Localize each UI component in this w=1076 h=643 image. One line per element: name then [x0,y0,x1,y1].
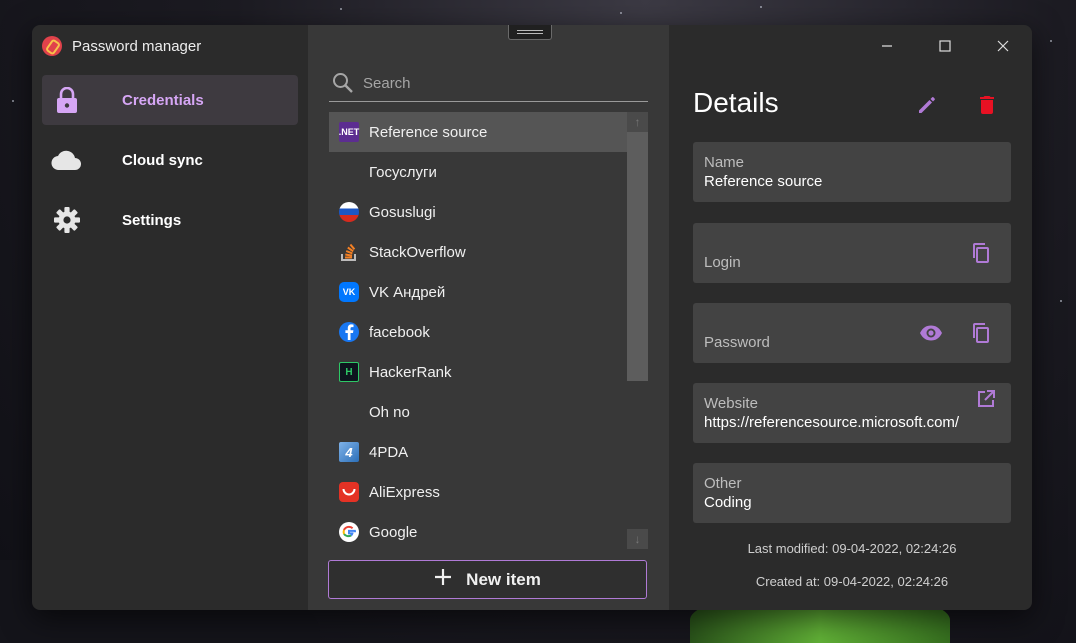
minimize-icon [882,45,892,47]
maximize-button[interactable] [916,25,974,67]
credentials-list-panel: .NET Reference source Госуслуги Gosuslug… [308,25,669,610]
sidebar-item-settings[interactable]: Settings [42,195,298,245]
list-item[interactable]: H HackerRank [329,352,627,392]
list-item[interactable]: StackOverflow [329,232,627,272]
facebook-icon [339,322,359,342]
aliexpress-icon [339,482,359,502]
4pda-icon: 4 [339,442,359,462]
list-item[interactable]: .NET Reference source [329,112,627,152]
list-item-label: Reference source [369,123,488,141]
name-field[interactable]: Name Reference source [693,142,1011,202]
cloud-icon [42,135,92,185]
list-item-label: Oh no [369,403,410,421]
trash-icon [980,96,994,114]
login-field-label: Login [704,254,741,271]
list-item-label: HackerRank [369,363,452,381]
stackoverflow-icon [339,242,359,262]
list-item[interactable]: facebook [329,312,627,352]
list-item-label: Госуслуги [369,163,437,181]
other-field-label: Other [704,475,742,492]
close-button[interactable] [974,25,1032,67]
password-field[interactable]: Password [693,303,1011,363]
scroll-up-arrow-icon[interactable]: ↑ [627,112,648,132]
sidebar-item-credentials[interactable]: Credentials [42,75,298,125]
sidebar-item-cloud-sync[interactable]: Cloud sync [42,135,298,185]
name-field-value: Reference source [704,173,823,190]
edit-button[interactable] [915,93,939,117]
last-modified-text: Last modified: 09-04-2022, 02:24:26 [747,541,957,556]
list-item-label: facebook [369,323,430,341]
search-icon [331,71,355,95]
details-panel: Details Name Reference source Login Pass… [669,25,1032,610]
list-item-label: 4PDA [369,443,409,461]
list-item[interactable]: Oh no [329,392,627,432]
app-logo-icon [42,36,62,56]
website-field-value: https://referencesource.microsoft.com/ [704,414,960,431]
list-item[interactable]: Госуслуги [329,152,627,192]
russia-flag-icon [339,202,359,222]
list-scrollbar[interactable]: ↑ ↓ [627,112,648,552]
vk-icon: VK [339,282,359,302]
maximize-icon [939,40,951,52]
list-item-label: Google [369,523,418,541]
login-field[interactable]: Login [693,223,1011,283]
app-title-bar: Password manager [42,35,201,57]
website-field[interactable]: Website https://referencesource.microsof… [693,383,1011,443]
list-item[interactable]: Gosuslugi [329,192,627,232]
credentials-list: .NET Reference source Госуслуги Gosuslug… [329,112,627,552]
new-item-label: New item [466,569,541,589]
list-item-label: StackOverflow [369,243,466,261]
list-item-label: AliExpress [369,483,440,501]
search-input[interactable] [363,74,623,92]
close-icon [997,40,1009,52]
list-item[interactable]: AliExpress [329,472,627,512]
lock-icon [42,75,92,125]
sidebar-item-label: Credentials [122,91,204,109]
open-external-icon[interactable] [976,389,996,409]
other-field-value: Coding [704,494,752,511]
sidebar-item-label: Settings [122,211,182,229]
list-item[interactable]: 4 4PDA [329,432,627,472]
created-at-text: Created at: 09-04-2022, 02:24:26 [755,574,949,589]
minimize-button[interactable] [858,25,916,67]
other-field[interactable]: Other Coding [693,463,1011,523]
eye-icon[interactable] [919,321,943,345]
dotnet-icon: .NET [339,122,359,142]
drag-handle[interactable] [508,25,552,40]
plus-icon [434,568,452,591]
gear-icon [42,195,92,245]
search-box [329,65,648,102]
list-item-label: Gosuslugi [369,203,436,221]
scroll-down-arrow-icon[interactable]: ↓ [627,529,648,549]
list-item-label: VK Андрей [369,283,446,301]
google-icon [339,522,359,542]
new-item-button[interactable]: New item [328,560,647,599]
hackerrank-icon: H [339,362,359,382]
list-item[interactable]: VK VK Андрей [329,272,627,312]
name-field-label: Name [704,154,745,171]
details-title: Details [693,87,779,118]
app-window: Password manager Credentials Cloud sync [32,25,1032,610]
sidebar: Password manager Credentials Cloud sync [32,25,308,610]
list-item[interactable]: Google [329,512,627,552]
app-title: Password manager [72,37,202,55]
delete-button[interactable] [975,93,999,117]
window-controls [858,25,1032,67]
pencil-icon [919,97,935,113]
copy-icon[interactable] [969,321,993,345]
website-field-label: Website [704,395,758,412]
copy-icon[interactable] [969,241,993,265]
scroll-thumb[interactable] [627,132,648,381]
sidebar-nav: Credentials Cloud sync Settings [42,75,298,255]
sidebar-item-label: Cloud sync [122,151,203,169]
password-field-label: Password [704,334,770,351]
